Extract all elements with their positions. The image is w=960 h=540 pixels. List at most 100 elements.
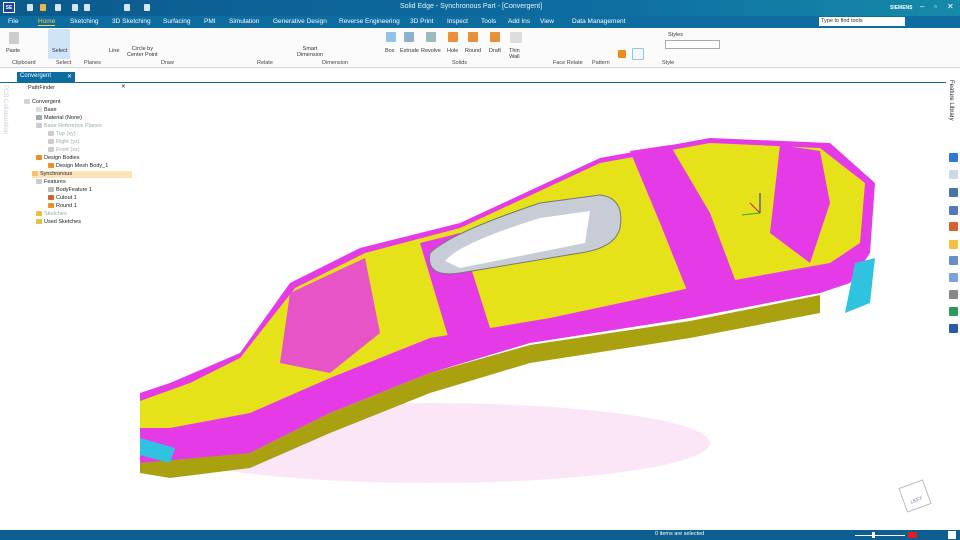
tree-item[interactable]: Material (None) (36, 115, 82, 122)
part-library-icon[interactable] (949, 170, 958, 179)
save-icon[interactable] (55, 4, 61, 11)
3d-viewport[interactable]: LEFT (130, 83, 946, 529)
tree-item-label: Used Sketches (44, 219, 81, 225)
layers-icon[interactable] (949, 153, 958, 162)
status-bar: 0 items are selected (0, 530, 960, 540)
menu-add-ins[interactable]: Add Ins (508, 18, 530, 25)
globe-icon[interactable] (949, 307, 958, 316)
round-icon (468, 32, 478, 42)
tree-item-icon (48, 203, 54, 209)
select-label: Select (52, 48, 68, 54)
variables-icon[interactable] (949, 256, 958, 265)
menu-view[interactable]: View (540, 18, 554, 25)
line-button[interactable]: Line (109, 48, 119, 54)
thin-wall-button[interactable]: Thin Wall (509, 48, 520, 60)
tree-item-icon (48, 163, 54, 169)
tree-item[interactable]: Features (36, 179, 66, 186)
tree-item[interactable]: Base (36, 107, 57, 114)
tree-item-icon (36, 211, 42, 217)
circle-button[interactable]: Circle by Center Point (127, 46, 158, 58)
print-icon[interactable] (124, 4, 130, 11)
part-color-icon[interactable] (618, 50, 626, 58)
pathfinder-title: PathFinder (28, 85, 55, 91)
design-intent-icon[interactable] (949, 273, 958, 282)
close-tab-icon[interactable]: ✕ (67, 73, 72, 80)
extrude-button[interactable]: Extrude (400, 48, 419, 54)
window-title: Solid Edge - Synchronous Part - [Converg… (400, 3, 543, 10)
tree-item[interactable]: Top (xy) (48, 131, 76, 138)
tree-item-icon (36, 115, 42, 121)
zoom-slider-thumb[interactable] (872, 532, 875, 538)
maximize-button[interactable]: ▫ (934, 2, 937, 11)
siemens-logo: SIEMENS (890, 5, 913, 11)
menu-home[interactable]: Home (38, 18, 56, 26)
menu-tools[interactable]: Tools (481, 18, 496, 25)
record-icon[interactable] (908, 532, 917, 538)
redo-icon[interactable] (84, 4, 90, 11)
tree-item[interactable]: Right (yz) (48, 139, 80, 146)
document-tab[interactable]: Convergent ✕ (17, 72, 75, 82)
menu-surfacing[interactable]: Surfacing (163, 18, 190, 25)
select-button[interactable] (48, 29, 70, 59)
revolve-button[interactable]: Revolve (421, 48, 441, 54)
grid-icon[interactable] (949, 206, 958, 215)
tree-item-label: Material (None) (44, 115, 82, 121)
settings-icon[interactable] (949, 290, 958, 299)
style-dropdown[interactable] (665, 40, 720, 49)
round-button[interactable]: Round (465, 48, 481, 54)
menu-pmi[interactable]: PMI (204, 18, 216, 25)
help-icon[interactable] (948, 531, 956, 539)
tree-item[interactable]: Used Sketches (36, 219, 81, 226)
box-icon (386, 32, 396, 42)
tree-item[interactable]: Design Mesh Body_1 (48, 163, 108, 170)
menu-sketching[interactable]: Sketching (70, 18, 99, 25)
color-manager-icon[interactable] (949, 222, 958, 231)
menu-simulation[interactable]: Simulation (229, 18, 259, 25)
menu-data-management[interactable]: Data Management (572, 18, 625, 25)
group-face-relate: Face Relate (553, 60, 583, 66)
zoom-slider[interactable] (855, 535, 905, 536)
tree-item[interactable]: Sketches (36, 211, 67, 218)
pcb-collaboration-tab[interactable]: PCB Collaboration (2, 85, 8, 134)
menu-reverse-engineering[interactable]: Reverse Engineering (339, 18, 400, 25)
minimize-button[interactable]: – (920, 2, 924, 11)
paste-icon[interactable] (9, 32, 19, 44)
paste-button[interactable]: Paste (6, 48, 20, 54)
menu-inspect[interactable]: Inspect (447, 18, 468, 25)
tree-item[interactable]: BodyFeature 1 (48, 187, 92, 194)
menu-generative-design[interactable]: Generative Design (273, 18, 327, 25)
new-icon[interactable] (27, 4, 33, 11)
feature-library-tab[interactable]: Feature Library (948, 80, 954, 121)
tree-item-icon (48, 147, 54, 153)
menu-file[interactable]: File (8, 18, 18, 25)
document-icon[interactable] (949, 324, 958, 333)
sensors-icon[interactable] (949, 188, 958, 197)
key-icon[interactable] (949, 240, 958, 249)
view-icon[interactable] (144, 4, 150, 11)
face-style-icon[interactable] (632, 48, 644, 60)
close-button[interactable]: ✕ (947, 2, 954, 11)
smart-dimension-button[interactable]: Smart Dimension (297, 46, 323, 58)
find-tools-input[interactable]: Type to find tools (819, 17, 905, 26)
menu-3d-print[interactable]: 3D Print (410, 18, 433, 25)
tree-item-label: Features (44, 179, 66, 185)
tree-item[interactable]: Convergent (24, 99, 60, 106)
tree-item-icon (48, 187, 54, 193)
tree-item[interactable]: Front (xz) (48, 147, 80, 154)
box-button[interactable]: Box (385, 48, 394, 54)
undo-icon[interactable] (72, 4, 78, 11)
mesh-model (140, 138, 875, 483)
tree-item[interactable]: Design Bodies (36, 155, 79, 162)
menu-3d-sketching[interactable]: 3D Sketching (112, 18, 151, 25)
tree-item[interactable]: Base Reference Planes (36, 123, 102, 130)
pathfinder-close-icon[interactable]: ✕ (121, 84, 126, 91)
draft-button[interactable]: Draft (489, 48, 501, 54)
tree-item[interactable]: Cutout 1 (48, 195, 77, 202)
tree-item[interactable]: Round 1 (48, 203, 77, 210)
tree-item-label: Round 1 (56, 203, 77, 209)
extrude-icon (404, 32, 414, 42)
open-icon[interactable] (40, 4, 46, 11)
tree-item[interactable]: Synchronous (32, 171, 132, 178)
group-solids: Solids (452, 60, 467, 66)
hole-button[interactable]: Hole (447, 48, 458, 54)
